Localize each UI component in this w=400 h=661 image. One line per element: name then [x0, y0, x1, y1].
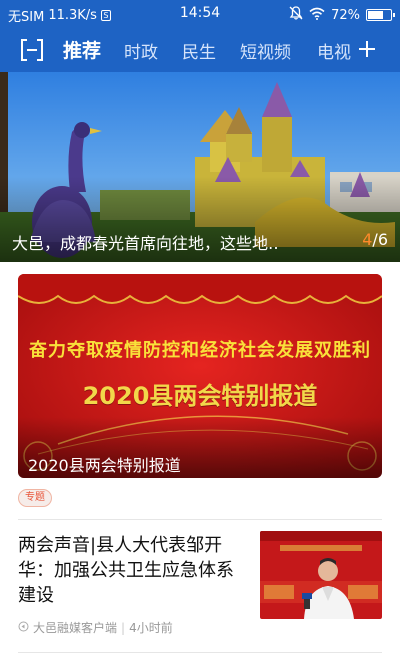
feature-caption: 2020县两会特别报道 [28, 456, 181, 475]
topic-tag[interactable]: 专题 [18, 489, 52, 507]
divider [18, 652, 382, 653]
battery-percent: 72% [331, 7, 360, 23]
news-item-meta: 大邑融媒客户端 | 4小时前 [18, 619, 173, 636]
status-bar: 无SIM 11.3K/s S 14:54 72% [0, 0, 400, 28]
battery-level [368, 11, 384, 19]
news-item-title[interactable]: 两会声音|县人大代表邹开华：加强公共卫生应急体系建设 [18, 533, 243, 608]
banner-current-page: 4 [362, 230, 373, 249]
feature-card[interactable]: 奋力夺取疫情防控和经济社会发展双胜利 2020县两会特别报道 2020县两会特别… [18, 274, 382, 478]
battery-icon [366, 9, 395, 21]
carousel-banner[interactable]: 大邑，成都春光首席向往地，这些地‥ 4/6 [0, 72, 400, 262]
feature-slogan: 奋力夺取疫情防控和经济社会发展双胜利 [29, 340, 371, 361]
news-time: 4小时前 [129, 621, 173, 635]
menu-icon[interactable] [21, 39, 43, 61]
divider [18, 519, 382, 520]
source-icon [18, 621, 29, 635]
tab-tv[interactable]: 电视 [317, 38, 351, 63]
banner-caption: 大邑，成都春光首席向往地，这些地‥ [12, 234, 279, 253]
menu-icon-middle [27, 49, 37, 51]
add-channel-icon[interactable] [358, 37, 376, 61]
tab-short-video[interactable]: 短视频 [240, 38, 291, 63]
menu-icon-right [37, 39, 43, 61]
banner-total-pages: /6 [372, 230, 388, 249]
tab-recommend[interactable]: 推荐 [63, 36, 101, 63]
mute-icon [289, 6, 303, 24]
wifi-icon [309, 7, 325, 24]
news-thumbnail[interactable] [260, 531, 382, 619]
news-source: 大邑融媒客户端 [33, 621, 118, 635]
feature-headline: 2020县两会特别报道 [82, 382, 318, 410]
tab-politics[interactable]: 时政 [124, 38, 158, 63]
thumbnail-image [260, 531, 382, 619]
banner-page-indicator: 4/6 [362, 230, 388, 249]
tab-livelihood[interactable]: 民生 [182, 38, 216, 63]
channel-nav: 推荐 时政 民生 短视频 电视 [0, 28, 400, 72]
meta-separator: | [121, 620, 126, 635]
status-right: 72% [289, 6, 395, 24]
